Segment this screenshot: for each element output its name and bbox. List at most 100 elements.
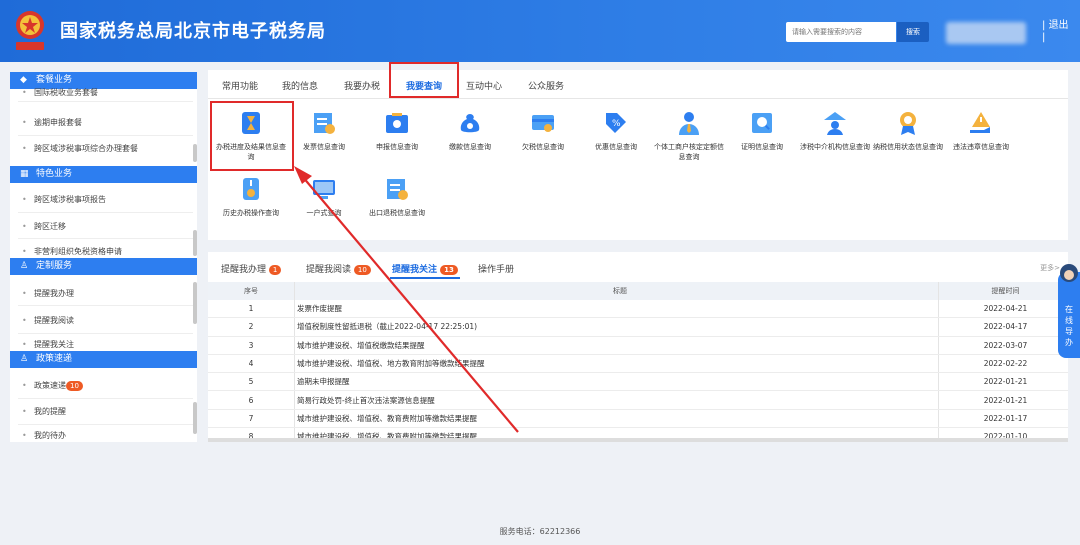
- table-row[interactable]: 4 城市维护建设税、增值税、地方教育附加等缴款结果提醒 2022-02-22: [208, 355, 1068, 374]
- func-violation-query[interactable]: 违法违章信息查询: [946, 110, 1016, 152]
- func-export-refund-query[interactable]: 出口退税信息查询: [362, 176, 432, 218]
- divider: [18, 424, 193, 425]
- svg-text:%: %: [612, 119, 621, 129]
- func-household-query[interactable]: 一户式查询: [289, 176, 359, 218]
- grid-icon: ▦: [20, 169, 29, 179]
- sidebar-scrollbar[interactable]: [193, 230, 197, 256]
- func-invoice-query[interactable]: 发票信息查询: [289, 110, 359, 152]
- sidebar-item[interactable]: 提醒我阅读: [10, 312, 193, 330]
- func-label: 违法违章信息查询: [953, 143, 1009, 151]
- cell-date: 2022-04-21: [983, 304, 1028, 313]
- func-credit-query[interactable]: 纳税信用状态信息查询: [873, 110, 943, 152]
- cell-number: 7: [248, 413, 254, 423]
- tab-remind-follow[interactable]: 提醒我关注 13: [392, 262, 458, 275]
- func-payment-query[interactable]: 缴款信息查询: [435, 110, 505, 152]
- func-label: 一户式查询: [306, 209, 342, 217]
- func-label: 欠税信息查询: [522, 143, 564, 151]
- count-badge: 10: [66, 380, 83, 391]
- institution-icon: [824, 112, 846, 135]
- online-service-button[interactable]: 在线导办: [1058, 264, 1080, 358]
- national-emblem-icon: [16, 11, 44, 50]
- func-label: 涉税中介机构信息查询: [800, 143, 870, 151]
- func-discount-query[interactable]: % 优惠信息查询: [581, 110, 651, 152]
- table-row[interactable]: 6 简易行政处罚-终止首次违法案源信息提醒 2022-01-21: [208, 392, 1068, 410]
- tab-label: 提醒我办理: [221, 265, 267, 275]
- table-row[interactable]: 1 发票作废提醒 2022-04-21: [208, 300, 1068, 319]
- sidebar-item[interactable]: 我的提醒: [10, 403, 193, 421]
- top-header: 国家税务总局北京市电子税务局 搜索 | 退出|: [0, 0, 1080, 62]
- col-header-no: 序号: [244, 287, 258, 295]
- func-progress-query[interactable]: 办税进度及结果信息查询: [216, 110, 286, 162]
- highlight-box: [389, 62, 459, 98]
- service-avatar-icon: [1060, 264, 1078, 282]
- cell-number: 5: [248, 377, 254, 387]
- table-row[interactable]: 5 逾期未申报提醒 2022-01-21: [208, 373, 1068, 392]
- divider: [18, 101, 193, 102]
- sidebar-item[interactable]: 非营利组织免税资格申请: [10, 247, 193, 257]
- cell-number: 4: [248, 358, 254, 368]
- card-search-icon: [532, 115, 554, 132]
- online-service-label: 在线导办: [1065, 305, 1073, 347]
- logout-link[interactable]: | 退出 |: [1042, 20, 1069, 44]
- tab-tax-handling[interactable]: 我要办税: [344, 79, 380, 92]
- sidebar-scrollbar[interactable]: [193, 144, 197, 162]
- table-row[interactable]: 2 增值税制度性留抵退税（截止2022-04-17 22:25:01) 2022-0…: [208, 318, 1068, 337]
- sidebar-item[interactable]: 提醒我关注: [10, 340, 193, 350]
- tab-public-service[interactable]: 公众服务: [528, 79, 564, 92]
- money-bag-icon: [460, 114, 480, 133]
- tab-remind-handle[interactable]: 提醒我办理 1: [221, 262, 282, 275]
- col-header-date: 提醒时间: [991, 287, 1020, 295]
- tab-remind-read[interactable]: 提醒我阅读 10: [306, 262, 371, 275]
- cell-title: 城市维护建设税、增值税、教育费附加等缴款结果提醒: [297, 413, 477, 423]
- divider: [18, 212, 193, 213]
- tab-interaction[interactable]: 互动中心: [466, 79, 502, 92]
- sidebar-item[interactable]: 逾期申报套餐: [10, 114, 193, 132]
- func-individual-quota-query[interactable]: 个体工商户核定定额信息查询: [654, 110, 724, 162]
- tab-manual[interactable]: 操作手册: [478, 262, 514, 275]
- sidebar-item[interactable]: 跨区迁移: [10, 218, 193, 236]
- cell-number: 3: [248, 340, 254, 350]
- hourglass-icon: [242, 112, 260, 134]
- more-link[interactable]: 更多>: [1040, 263, 1060, 273]
- tab-label: 提醒我关注: [392, 265, 438, 275]
- sidebar-section-policy[interactable]: ♙ 政策速递: [10, 351, 197, 368]
- cell-date: 2022-03-07: [983, 340, 1028, 350]
- sidebar-scrollbar[interactable]: [193, 282, 197, 324]
- sidebar-item-label: 政策速递: [34, 381, 66, 390]
- cell-number: 6: [248, 395, 254, 405]
- search-button[interactable]: 搜索: [897, 22, 929, 42]
- table-row[interactable]: 7 城市维护建设税、增值税、教育费附加等缴款结果提醒 2022-01-17: [208, 410, 1068, 429]
- horizontal-scrollbar[interactable]: [208, 438, 1068, 442]
- tab-common[interactable]: 常用功能: [222, 79, 258, 92]
- sidebar-item[interactable]: 跨区域涉税事项综合办理套餐: [10, 140, 193, 158]
- sidebar-section-special[interactable]: ▦ 特色业务: [10, 166, 197, 183]
- export-doc-icon: [387, 179, 408, 200]
- sidebar-scrollbar[interactable]: [193, 402, 197, 434]
- user-info-blurred: [946, 22, 1026, 44]
- search-input[interactable]: [786, 22, 896, 42]
- func-label: 优惠信息查询: [595, 143, 637, 151]
- table-row[interactable]: 3 城市维护建设税、增值税缴款结果提醒 2022-03-07: [208, 337, 1068, 355]
- func-history-query[interactable]: 历史办税操作查询: [216, 176, 286, 218]
- sidebar-section-custom[interactable]: ♙ 定制服务: [10, 258, 197, 275]
- cell-date: 2022-02-22: [983, 358, 1028, 368]
- func-label: 纳税信用状态信息查询: [873, 143, 943, 151]
- func-declaration-query[interactable]: 申报信息查询: [362, 110, 432, 152]
- func-label: 缴款信息查询: [449, 143, 491, 151]
- cell-date: 2022-04-17: [983, 322, 1028, 332]
- sidebar-item[interactable]: 我的待办: [10, 430, 193, 442]
- divider: [18, 238, 193, 239]
- site-title: 国家税务总局北京市电子税务局: [60, 21, 326, 42]
- func-arrears-query[interactable]: 欠税信息查询: [508, 110, 578, 152]
- sidebar-item[interactable]: 跨区域涉税事项报告: [10, 191, 193, 209]
- sidebar-item[interactable]: 提醒我办理: [10, 285, 193, 303]
- func-certificate-query[interactable]: 证明信息查询: [727, 110, 797, 152]
- func-label: 历史办税操作查询: [223, 209, 279, 217]
- sidebar-item[interactable]: 国际税收业务套餐: [10, 87, 193, 99]
- sidebar-item[interactable]: 政策速递10: [10, 377, 193, 395]
- footer-service-phone: 服务电话：62212366: [499, 527, 581, 536]
- tab-label: 提醒我阅读: [306, 265, 352, 275]
- cell-date: 2022-01-21: [983, 377, 1028, 387]
- tab-my-info[interactable]: 我的信息: [282, 79, 318, 92]
- func-agency-query[interactable]: 涉税中介机构信息查询: [800, 110, 870, 152]
